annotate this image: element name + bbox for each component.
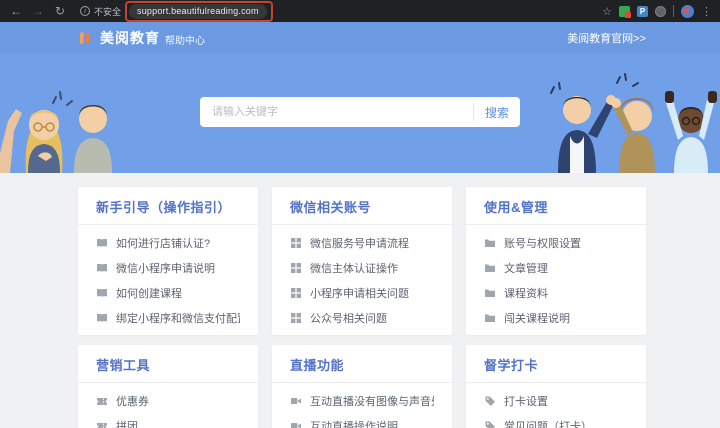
forward-icon[interactable]: → <box>30 0 46 22</box>
ticket-icon <box>96 420 108 428</box>
card-item[interactable]: 微信服务号申请流程 <box>290 230 434 255</box>
card-item[interactable]: 绑定小程序和微信支付配置 <box>96 305 240 330</box>
search-button[interactable]: 搜索 <box>474 104 520 121</box>
video-icon <box>290 420 302 428</box>
search-input[interactable] <box>200 106 473 118</box>
folder-icon <box>484 312 496 324</box>
grid-icon <box>290 262 302 274</box>
card-item[interactable]: 小程序申请相关问题 <box>290 280 434 305</box>
card-title: 使用&管理 <box>484 200 548 215</box>
folder-icon <box>484 262 496 274</box>
card-item-label: 公众号相关问题 <box>310 312 387 325</box>
brand-name[interactable]: 美阅教育 <box>100 28 160 48</box>
card-item[interactable]: 公众号相关问题 <box>290 305 434 330</box>
book-icon <box>96 287 108 299</box>
browser-chrome: ← → ↻ i 不安全 support.beautifulreading.com… <box>0 0 720 22</box>
card-getting-started: 新手引导（操作指引） 如何进行店铺认证? 微信小程序申请说明 如何创建课程绑定小程序… <box>78 187 258 335</box>
card-item-label: 优惠券 <box>116 395 149 408</box>
card-item[interactable]: 微信主体认证操作 <box>290 255 434 280</box>
card-study-checkin: 督学打卡 打卡设置常见问题（打卡） <box>466 345 646 428</box>
card-item[interactable]: 打卡设置 <box>484 388 628 413</box>
bookmark-star-icon[interactable]: ☆ <box>602 5 612 18</box>
card-item-label: 文章管理 <box>504 262 548 275</box>
tag-icon <box>484 395 496 407</box>
card-item-label: 常见问题（打卡） <box>504 420 592 428</box>
card-item-label: 课程资料 <box>504 287 548 300</box>
url-text[interactable]: support.beautifulreading.com <box>137 6 259 16</box>
card-item[interactable]: 闯关课程说明 <box>484 305 628 330</box>
card-item[interactable]: 互动直播没有图像与声音处理 （Win10... <box>290 388 434 413</box>
card-item[interactable]: 课程资料 <box>484 280 628 305</box>
chrome-separator <box>673 5 674 17</box>
card-title: 督学打卡 <box>484 358 539 373</box>
info-icon[interactable]: i <box>80 6 90 16</box>
help-sections: 新手引导（操作指引） 如何进行店铺认证? 微信小程序申请说明 如何创建课程绑定小程序… <box>0 173 720 428</box>
card-item-label: 微信服务号申请流程 <box>310 237 409 250</box>
ticket-icon <box>96 395 108 407</box>
book-icon <box>96 237 108 249</box>
card-live-streaming: 直播功能 互动直播没有图像与声音处理 （Win10...互动直播操作说明直播课程… <box>272 345 452 428</box>
video-icon <box>290 395 302 407</box>
card-item-label: 微信小程序申请说明 <box>116 262 215 275</box>
folder-icon <box>484 237 496 249</box>
site-header: 美阅教育 帮助中心 美阅教育官网>> <box>0 22 720 54</box>
card-item[interactable]: 优惠券 <box>96 388 240 413</box>
book-icon <box>96 262 108 274</box>
card-item-label: 打卡设置 <box>504 395 548 408</box>
card-item[interactable]: 账号与权限设置 <box>484 230 628 255</box>
book-icon <box>96 312 108 324</box>
hero-illustration-left <box>0 91 112 173</box>
security-label: 不安全 <box>94 6 122 17</box>
official-site-link[interactable]: 美阅教育官网>> <box>567 30 646 46</box>
card-marketing-tools: 营销工具 优惠券拼团分销员 <box>78 345 258 428</box>
back-icon[interactable]: ← <box>8 0 24 22</box>
extension-icon-1[interactable] <box>619 5 631 18</box>
folder-icon <box>484 287 496 299</box>
card-wechat-accounts: 微信相关账号 微信服务号申请流程 微信主体认证操作 小程序申请相关问题 公众号相关问题… <box>272 187 452 335</box>
hero-illustration-right <box>550 73 717 173</box>
card-item[interactable]: 拼团 <box>96 413 240 428</box>
card-item-label: 账号与权限设置 <box>504 237 581 250</box>
grid-icon <box>290 312 302 324</box>
reload-icon[interactable]: ↻ <box>52 0 68 22</box>
tag-icon <box>484 420 496 428</box>
card-title: 新手引导（操作指引） <box>96 200 232 215</box>
extension-icon-p[interactable]: P <box>637 5 648 17</box>
card-item-label: 如何进行店铺认证? <box>116 237 211 250</box>
search-box: 搜索 <box>200 97 520 127</box>
card-item[interactable]: 如何进行店铺认证? <box>96 230 240 255</box>
card-title: 营销工具 <box>96 358 151 373</box>
card-item[interactable]: 文章管理 <box>484 255 628 280</box>
extension-globe-icon[interactable] <box>655 5 666 17</box>
card-item-label: 闯关课程说明 <box>504 312 570 325</box>
card-item-label: 互动直播没有图像与声音处理 （Win10... <box>310 395 434 408</box>
brand-suffix: 帮助中心 <box>165 35 205 47</box>
card-item-label: 互动直播操作说明 <box>310 420 398 428</box>
card-item-label: 小程序申请相关问题 <box>310 287 409 300</box>
profile-avatar[interactable] <box>681 4 694 18</box>
grid-icon <box>290 237 302 249</box>
card-title: 直播功能 <box>290 358 345 373</box>
card-usage-management: 使用&管理 账号与权限设置文章管理课程资料闯关课程说明更多 <box>466 187 646 335</box>
card-item-label: 绑定小程序和微信支付配置 <box>116 312 240 325</box>
card-item[interactable]: 常见问题（打卡） <box>484 413 628 428</box>
hero-banner: 搜索 <box>0 54 720 173</box>
card-title: 微信相关账号 <box>290 200 372 215</box>
menu-dots-icon[interactable]: ⋮ <box>701 5 712 18</box>
grid-icon <box>290 287 302 299</box>
card-item-label: 拼团 <box>116 420 138 428</box>
brand-logo-icon <box>79 31 91 44</box>
card-item-label: 如何创建课程 <box>116 287 182 300</box>
card-item-label: 微信主体认证操作 <box>310 262 398 275</box>
card-item[interactable]: 互动直播操作说明 <box>290 413 434 428</box>
card-item[interactable]: 微信小程序申请说明 <box>96 255 240 280</box>
address-bar[interactable]: support.beautifulreading.com <box>125 0 273 22</box>
card-item[interactable]: 如何创建课程 <box>96 280 240 305</box>
